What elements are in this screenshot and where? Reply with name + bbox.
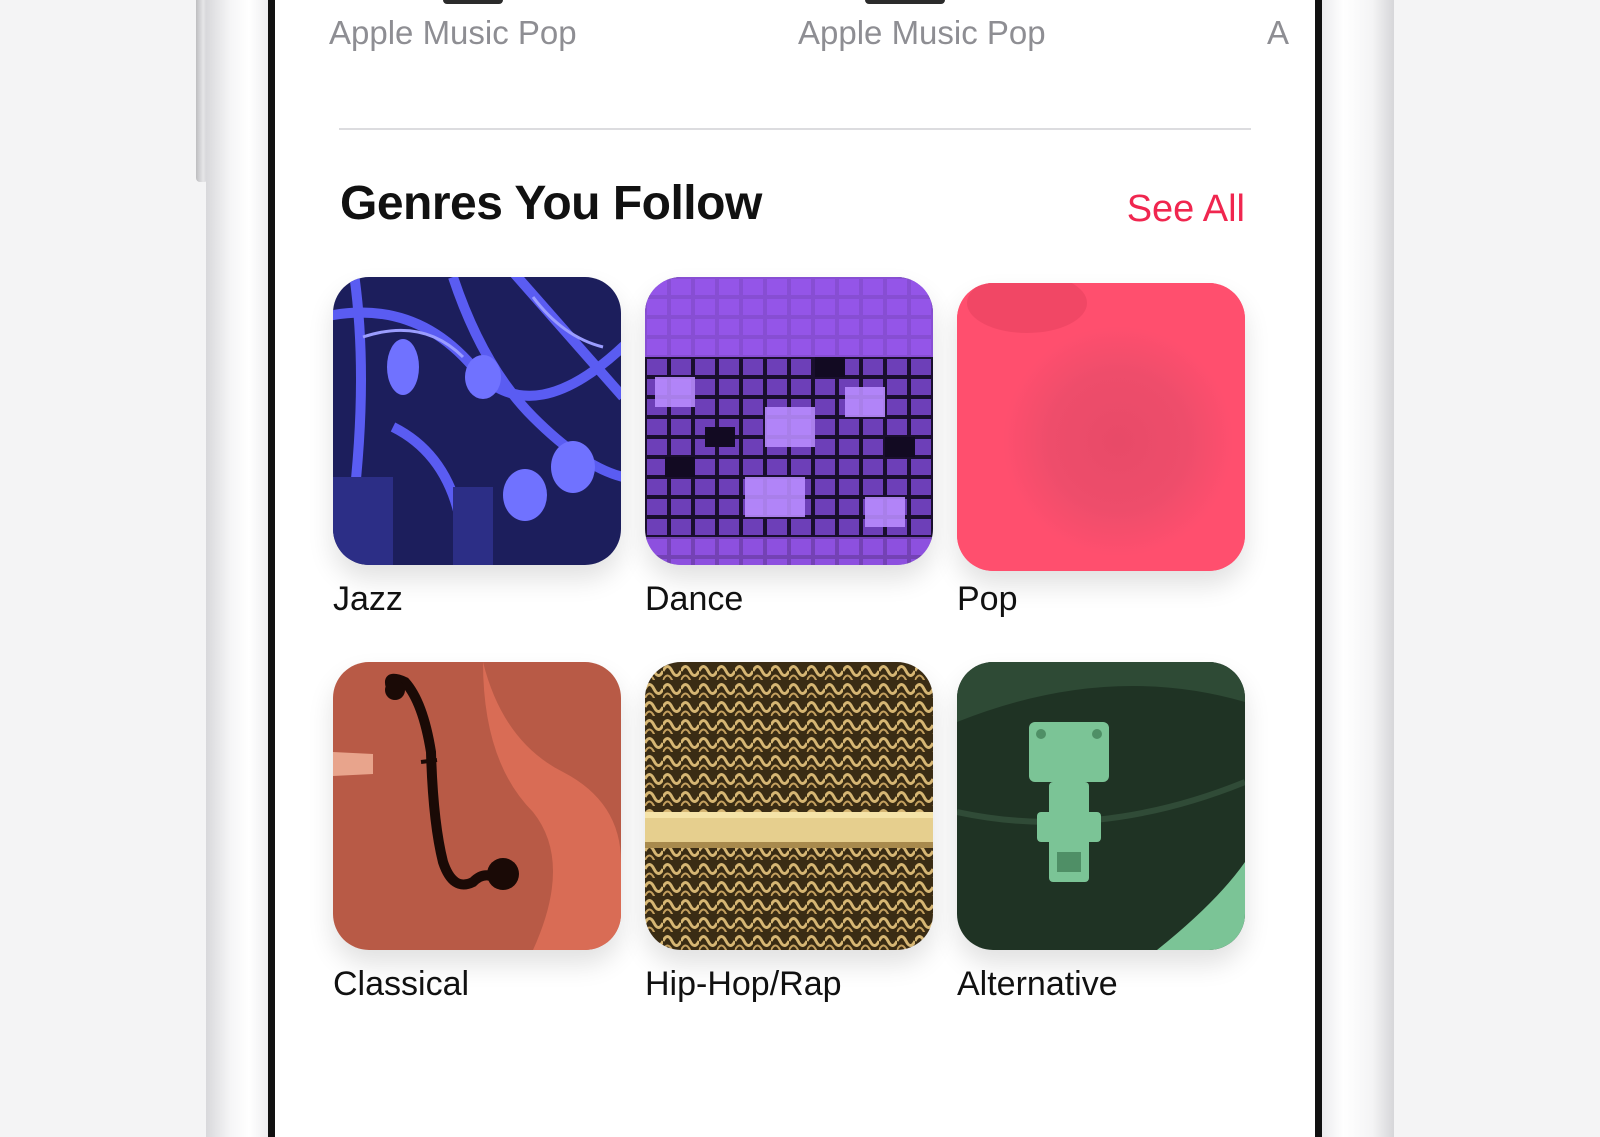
section-divider — [339, 128, 1251, 130]
disco-ball-artwork-icon — [645, 277, 933, 565]
genre-label-dance: Dance — [645, 580, 744, 618]
genre-label-jazz: Jazz — [333, 580, 403, 618]
phone-frame-left — [206, 0, 268, 1137]
phone-bezel-left — [268, 0, 275, 1137]
phone-bezel-right — [1315, 0, 1322, 1137]
genre-tile-pop[interactable] — [957, 283, 1245, 571]
genre-tile-hiphop[interactable] — [645, 662, 933, 950]
genre-tile-dance[interactable] — [645, 277, 933, 565]
phone-frame-right — [1322, 0, 1394, 1137]
see-all-link[interactable]: See All — [1127, 188, 1245, 231]
guitar-case-artwork-icon — [957, 662, 1245, 950]
genre-label-pop: Pop — [957, 580, 1018, 618]
genre-label-alternative: Alternative — [957, 965, 1118, 1003]
microphone-artwork-icon — [645, 662, 933, 950]
playlist-curator[interactable]: Apple Music Pop — [329, 14, 577, 52]
clipped-title — [443, 0, 503, 4]
genre-tile-classical[interactable] — [333, 662, 621, 950]
clipped-title — [865, 0, 945, 4]
playlist-curator[interactable]: Apple Music Pop — [798, 14, 1046, 52]
music-app-screen: Apple Music Pop Apple Music Pop A Genres… — [275, 0, 1315, 1137]
violin-artwork-icon — [333, 662, 621, 950]
pink-gradient-artwork-icon — [957, 283, 1245, 571]
playlist-curator[interactable]: A — [1267, 14, 1289, 52]
genre-label-classical: Classical — [333, 965, 470, 1003]
genre-tile-jazz[interactable] — [333, 277, 621, 565]
genre-tile-alternative[interactable] — [957, 662, 1245, 950]
saxophone-artwork-icon — [333, 277, 621, 565]
section-title: Genres You Follow — [340, 177, 762, 230]
genre-label-hiphop: Hip-Hop/Rap — [645, 965, 842, 1003]
